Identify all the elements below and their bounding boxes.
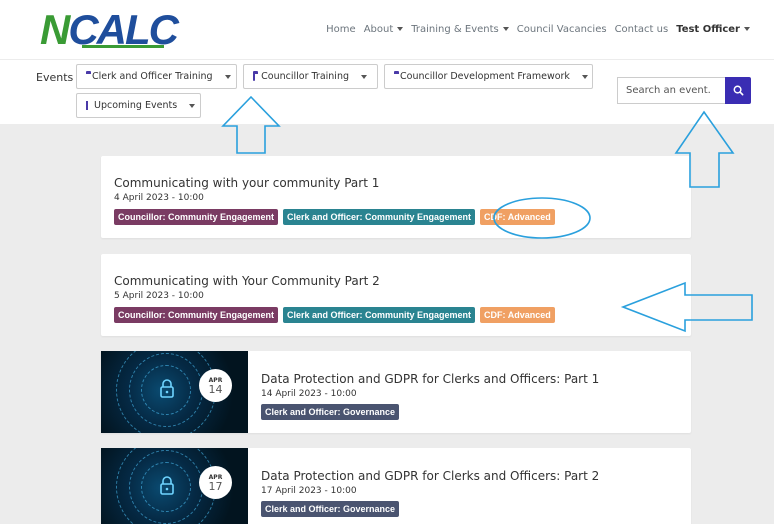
annotation-up-arrow	[221, 95, 281, 154]
annotation-left-arrow	[620, 281, 753, 333]
annotation-up-arrow	[674, 110, 735, 188]
annotation-overlay	[221, 95, 753, 333]
annotation-highlight-ellipse	[493, 197, 591, 239]
